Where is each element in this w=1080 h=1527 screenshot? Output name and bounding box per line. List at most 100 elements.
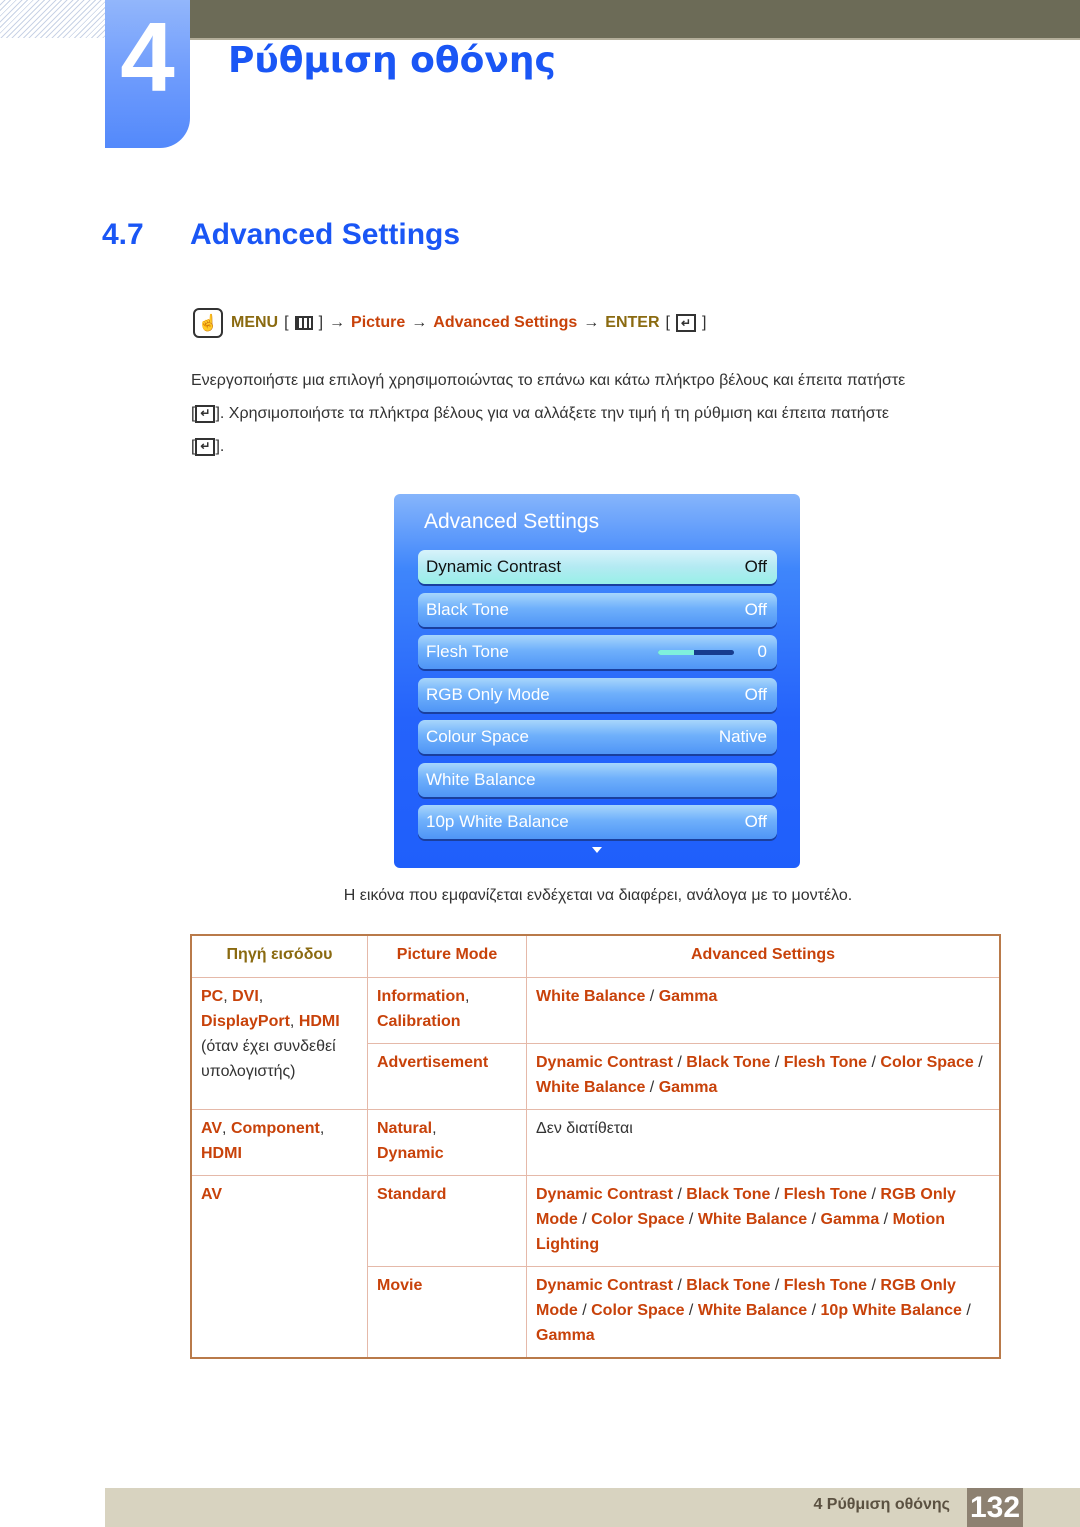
separator: /: [770, 1186, 784, 1203]
separator: /: [867, 1277, 881, 1294]
enter-label: ENTER: [605, 314, 660, 331]
mode: Natural: [377, 1120, 433, 1137]
section-number: 4.7: [102, 218, 144, 251]
setting-name: Color Space: [880, 1054, 974, 1071]
osd-item-value-group: 0: [657, 642, 767, 662]
page-footer: 4 Ρύθμιση οθόνης: [105, 1488, 1080, 1527]
osd-item-label: 10p White Balance: [426, 812, 569, 831]
cell-mode-standard: Standard: [367, 1175, 527, 1267]
osd-item-label: RGB Only Mode: [426, 685, 550, 704]
page-number: 132: [967, 1488, 1023, 1527]
cell-source-pc: PC, DVI, DisplayPort, HDMI (όταν έχει συ…: [190, 977, 368, 1110]
source: Component: [230, 1120, 320, 1137]
enter-key-icon: ↵: [195, 404, 216, 423]
osd-item-rgb-only-mode[interactable]: RGB Only Mode Off: [418, 678, 777, 712]
osd-item-flesh-tone[interactable]: Flesh Tone 0: [418, 635, 777, 669]
menu-button-icon: [294, 316, 313, 330]
section-title: Advanced Settings: [190, 218, 461, 251]
arrow: →: [583, 314, 600, 331]
chapter-badge: 4: [105, 0, 190, 148]
scroll-down-arrow-icon[interactable]: [592, 847, 602, 853]
osd-item-label: Dynamic Contrast: [426, 557, 562, 576]
setting-name: Gamma: [536, 1327, 595, 1344]
cell-source-av2: AV: [190, 1175, 368, 1359]
col-header-picture-mode: Picture Mode: [367, 934, 527, 978]
separator: /: [672, 1186, 687, 1203]
cell-mode-movie: Movie: [367, 1266, 527, 1359]
advanced-settings-osd: Advanced Settings Dynamic Contrast Off B…: [394, 494, 800, 868]
chapter-title: Ρύθμιση οθόνης: [228, 40, 556, 81]
osd-item-colour-space[interactable]: Colour Space Native: [418, 720, 777, 754]
flesh-tone-slider[interactable]: [657, 649, 734, 655]
col-header-input-source: Πηγή εισόδου: [190, 934, 368, 978]
arrow: →: [411, 314, 428, 331]
setting-name: White Balance: [697, 1211, 808, 1228]
separator: /: [770, 1054, 784, 1071]
osd-item-10p-white-balance[interactable]: 10p White Balance Off: [418, 805, 777, 839]
image-caption: Η εικόνα που εμφανίζεται ενδέχεται να δι…: [343, 887, 853, 904]
instructions-line-3: [↵].: [191, 437, 225, 456]
separator: /: [807, 1211, 821, 1228]
setting-name: Flesh Tone: [783, 1186, 868, 1203]
cell-settings-advertisement: Dynamic Contrast / Black Tone / Flesh To…: [526, 1043, 1001, 1110]
separator: /: [867, 1186, 881, 1203]
setting-name: Color Space: [591, 1211, 685, 1228]
enter-key-icon: ↵: [195, 437, 216, 456]
osd-item-value: Off: [744, 600, 767, 619]
table-row: AV Standard Dynamic Contrast / Black Ton…: [190, 1175, 1001, 1359]
osd-item-value: Off: [744, 812, 767, 831]
slider-fill: [657, 649, 694, 655]
source: AV: [201, 1186, 223, 1203]
separator: /: [684, 1302, 698, 1319]
source: HDMI: [298, 1013, 340, 1030]
not-available-text: Δεν διατίθεται: [536, 1120, 633, 1137]
separator: /: [770, 1277, 784, 1294]
setting-name: Dynamic Contrast: [536, 1277, 673, 1294]
mode: Dynamic: [377, 1145, 444, 1162]
bracket: ]: [701, 314, 707, 331]
osd-item-black-tone[interactable]: Black Tone Off: [418, 593, 777, 627]
remote-hand-icon: ☝: [193, 308, 223, 338]
bracket: ]: [318, 314, 324, 331]
bracket: [: [284, 314, 289, 331]
osd-item-value: 0: [757, 642, 767, 661]
osd-title: Advanced Settings: [424, 510, 600, 533]
setting-name: Dynamic Contrast: [536, 1054, 673, 1071]
cell-mode-natural: Natural, Dynamic: [367, 1109, 527, 1176]
section-heading: 4.7 Advanced Settings: [102, 218, 460, 252]
col-header-advanced-settings: Advanced Settings: [526, 934, 1001, 978]
setting-name: 10p White Balance: [820, 1302, 962, 1319]
separator: /: [879, 1211, 893, 1228]
source: DisplayPort: [201, 1013, 290, 1030]
cell-mode-information: Information, Calibration: [367, 977, 527, 1044]
header-bar: [190, 0, 1080, 40]
osd-item-white-balance[interactable]: White Balance: [418, 763, 777, 797]
mode: Calibration: [377, 1013, 461, 1030]
setting-name: Flesh Tone: [783, 1277, 868, 1294]
picture-mode-table: Πηγή εισόδου Picture Mode Advanced Setti…: [190, 934, 1001, 1359]
table-row: AV, Component, HDMI Natural, Dynamic Δεν…: [190, 1109, 1001, 1176]
separator: /: [672, 1277, 687, 1294]
separator: /: [973, 1054, 983, 1071]
setting-name: White Balance: [536, 1079, 646, 1096]
mode: Information: [377, 988, 465, 1005]
separator: /: [645, 1079, 659, 1096]
mode: Movie: [377, 1277, 423, 1294]
instructions-text: . Χρησιμοποιήστε τα πλήκτρα βέλους για ν…: [219, 405, 890, 422]
setting-name: White Balance: [697, 1302, 808, 1319]
chapter-number: 4: [120, 2, 175, 112]
osd-item-value: Native: [718, 727, 767, 746]
source: DVI: [232, 988, 259, 1005]
source: HDMI: [201, 1145, 242, 1162]
separator: /: [577, 1302, 592, 1319]
osd-item-dynamic-contrast[interactable]: Dynamic Contrast Off: [418, 550, 777, 584]
separator: /: [577, 1211, 592, 1228]
osd-item-value: Off: [744, 685, 767, 704]
setting-name: Gamma: [658, 988, 718, 1005]
cell-mode-advertisement: Advertisement: [367, 1043, 527, 1110]
osd-item-label: Flesh Tone: [426, 642, 509, 661]
osd-item-label: White Balance: [426, 770, 536, 789]
setting-name: White Balance: [536, 988, 646, 1005]
arrow: →: [329, 314, 346, 331]
instructions-text: .: [219, 438, 225, 455]
